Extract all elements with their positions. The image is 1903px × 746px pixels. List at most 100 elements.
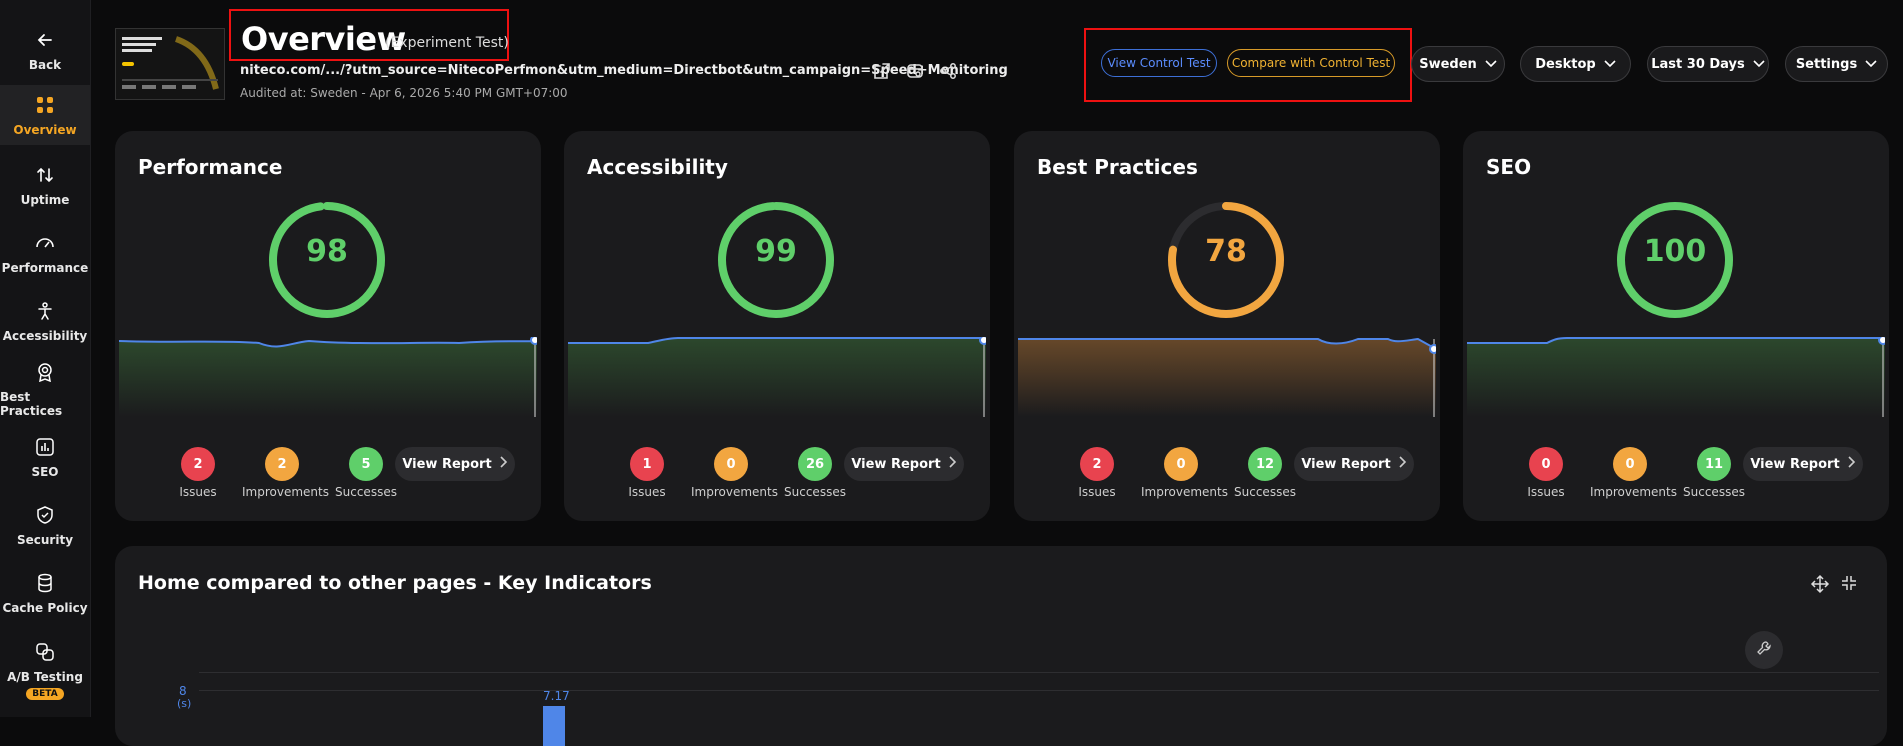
grid-line	[199, 690, 1879, 691]
improvements-stat: 0 Improvements	[1141, 447, 1228, 499]
beta-badge: BETA	[26, 688, 64, 700]
arrows-updown-icon	[33, 163, 57, 187]
view-report-button[interactable]: View Report	[1294, 447, 1414, 481]
sidebar-item-label: Performance	[1, 261, 89, 275]
card-title: Accessibility	[587, 155, 728, 179]
arrow-left-icon	[33, 28, 57, 52]
page-title: Overview	[241, 20, 406, 58]
chevron-down-icon	[1753, 57, 1765, 72]
chevron-down-icon	[1604, 57, 1616, 72]
person-icon	[33, 299, 57, 323]
share-icon[interactable]	[938, 61, 958, 81]
trend-sparkline	[1467, 337, 1885, 417]
settings-value: Settings	[1795, 56, 1858, 72]
award-icon	[33, 360, 57, 384]
region-dropdown[interactable]: Sweden	[1411, 46, 1505, 82]
external-link-icon[interactable]	[872, 61, 892, 81]
view-report-button[interactable]: View Report	[844, 447, 964, 481]
chevron-down-icon	[1865, 57, 1877, 72]
panel-title: Home compared to other pages - Key Indic…	[138, 572, 652, 594]
successes-stat: 12 Successes	[1225, 447, 1305, 499]
issues-stat: 1 Issues	[607, 447, 687, 499]
sidebar-item-label: Uptime	[20, 193, 70, 207]
sidebar-item-ab-testing[interactable]: A/B Testing BETA	[0, 630, 90, 710]
card-title: Best Practices	[1037, 155, 1198, 179]
sidebar-item-seo[interactable]: SEO	[0, 427, 90, 487]
settings-dropdown[interactable]: Settings	[1785, 46, 1888, 82]
screenshot-icon[interactable]	[905, 61, 925, 81]
view-report-label: View Report	[402, 456, 492, 472]
sidebar-item-security[interactable]: Security	[0, 495, 90, 555]
compare-control-test-button[interactable]: Compare with Control Test	[1227, 49, 1395, 77]
score-value: 99	[755, 234, 797, 269]
period-value: Last 30 Days	[1651, 56, 1745, 72]
grid-line	[199, 672, 1879, 673]
improvements-label: Improvements	[242, 485, 329, 499]
chevron-right-icon	[949, 456, 957, 472]
improvements-stat: 2 Improvements	[242, 447, 329, 499]
sidebar: Back Overview Uptime Performance Accessi…	[0, 0, 91, 717]
successes-label: Successes	[784, 485, 846, 499]
sidebar-item-label: Accessibility	[2, 329, 88, 343]
sidebar-item-overview[interactable]: Overview	[0, 85, 90, 145]
view-report-label: View Report	[1750, 456, 1840, 472]
improvements-label: Improvements	[1141, 485, 1228, 499]
ab-icon	[33, 640, 57, 664]
issues-count: 1	[630, 447, 664, 481]
wrench-icon	[1756, 640, 1772, 660]
trend-sparkline	[119, 337, 537, 417]
sidebar-item-accessibility[interactable]: Accessibility	[0, 291, 90, 351]
page-url: niteco.com/.../?utm_source=NitecoPerfmon…	[240, 63, 1008, 78]
collapse-icon[interactable]	[1840, 574, 1858, 596]
period-dropdown[interactable]: Last 30 Days	[1647, 46, 1769, 82]
improvements-count: 0	[1164, 447, 1198, 481]
view-report-button[interactable]: View Report	[1743, 447, 1863, 481]
chevron-right-icon	[1399, 456, 1407, 472]
issues-stat: 2 Issues	[158, 447, 238, 499]
improvements-stat: 0 Improvements	[1590, 447, 1677, 499]
sidebar-item-uptime[interactable]: Uptime	[0, 155, 90, 215]
sidebar-item-best-practices[interactable]: Best Practices	[0, 359, 90, 419]
move-icon[interactable]	[1810, 574, 1830, 598]
speedometer-icon	[33, 231, 57, 255]
issues-stat: 0 Issues	[1506, 447, 1586, 499]
successes-count: 26	[798, 447, 832, 481]
best-practices-card: Best Practices 78 2 Issues 0 Improvement…	[1014, 131, 1440, 521]
issues-label: Issues	[628, 485, 666, 499]
back-button[interactable]: Back	[0, 20, 90, 80]
wrench-button[interactable]	[1745, 631, 1783, 669]
trend-sparkline	[1018, 337, 1436, 417]
issues-count: 2	[1080, 447, 1114, 481]
view-control-test-button[interactable]: View Control Test	[1101, 49, 1217, 77]
device-value: Desktop	[1535, 56, 1596, 72]
successes-stat: 26 Successes	[775, 447, 855, 499]
view-report-button[interactable]: View Report	[395, 447, 515, 481]
successes-count: 12	[1248, 447, 1282, 481]
improvements-label: Improvements	[691, 485, 778, 499]
audited-timestamp: Audited at: Sweden - Apr 6, 2026 5:40 PM…	[240, 86, 568, 100]
successes-count: 11	[1697, 447, 1731, 481]
score-value: 78	[1205, 234, 1247, 269]
sidebar-item-label: Cache Policy	[2, 601, 88, 615]
improvements-count: 0	[1613, 447, 1647, 481]
grid-icon	[33, 93, 57, 117]
sidebar-item-performance[interactable]: Performance	[0, 223, 90, 283]
key-indicators-panel: Home compared to other pages - Key Indic…	[115, 546, 1887, 746]
seo-card: SEO 100 0 Issues 0 Improvements 11 Succe…	[1463, 131, 1889, 521]
successes-count: 5	[349, 447, 383, 481]
view-report-label: View Report	[851, 456, 941, 472]
shield-icon	[33, 503, 57, 527]
sidebar-item-label: Security	[16, 533, 74, 547]
successes-label: Successes	[335, 485, 397, 499]
page-thumbnail	[115, 28, 225, 100]
view-report-label: View Report	[1301, 456, 1391, 472]
successes-label: Successes	[1683, 485, 1745, 499]
successes-stat: 11 Successes	[1674, 447, 1754, 499]
chart-bar	[543, 706, 565, 746]
successes-label: Successes	[1234, 485, 1296, 499]
issues-label: Issues	[179, 485, 217, 499]
sidebar-item-label: SEO	[31, 465, 59, 479]
improvements-count: 0	[714, 447, 748, 481]
sidebar-item-cache-policy[interactable]: Cache Policy	[0, 563, 90, 623]
device-dropdown[interactable]: Desktop	[1520, 46, 1631, 82]
